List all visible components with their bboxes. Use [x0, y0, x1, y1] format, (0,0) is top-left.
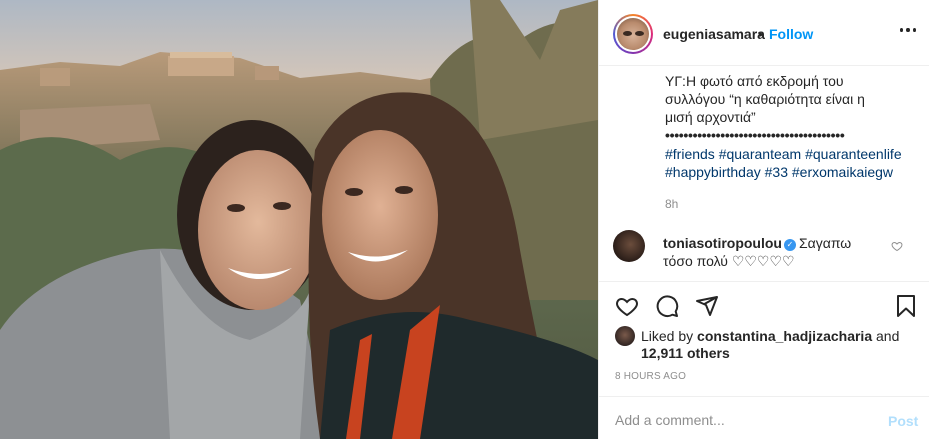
post-caption: ΥΓ:Η φωτό από εκδρομή του συλλόγου “η κα…	[665, 72, 915, 213]
likes-prefix: Liked by	[641, 328, 694, 344]
comment-text: toniasotiropoulou ✓ Σαγαπω τόσο πολύ ♡♡♡♡♡	[663, 234, 883, 270]
likes-text: Liked by constantina_hadjizacharia and	[641, 327, 915, 345]
comment-item: toniasotiropoulou ✓ Σαγαπω τόσο πολύ ♡♡♡♡♡	[613, 230, 918, 270]
follow-button[interactable]: Follow	[769, 26, 813, 42]
commenter-avatar[interactable]	[613, 230, 645, 262]
author-avatar-photo	[617, 18, 649, 50]
comment-body-line1: Σαγαπω	[798, 235, 852, 251]
post-side-panel: eugeniasamara • Follow ΥΓ:Η φωτό από εκδ…	[598, 0, 929, 439]
avatar-eye	[635, 31, 644, 36]
photo-illustration	[0, 0, 598, 439]
caption-line: μισή αρχοντιά”	[665, 109, 756, 125]
author-avatar[interactable]	[613, 14, 653, 54]
header-separator: •	[758, 26, 763, 42]
verified-badge-icon: ✓	[783, 239, 796, 251]
comment-like-heart-icon[interactable]	[891, 240, 903, 252]
hashtags-line[interactable]: #happybirthday #33 #erxomaikaiegw	[665, 163, 915, 181]
caption-hashtags: #friends #quaranteam #quaranteenlife #ha…	[665, 145, 915, 181]
liker-username[interactable]: constantina_hadjizacharia	[697, 328, 872, 344]
instagram-post: eugeniasamara • Follow ΥΓ:Η φωτό από εκδ…	[0, 0, 929, 439]
bookmark-icon[interactable]	[894, 294, 918, 318]
comment-input[interactable]	[615, 409, 865, 431]
add-comment-form: Post	[599, 396, 929, 439]
author-avatar-inner	[615, 16, 651, 52]
liker-avatar[interactable]	[615, 326, 635, 346]
caption-divider: •••••••••••••••••••••••••••••••••••••••	[665, 128, 845, 142]
commenter-username[interactable]: toniasotiropoulou	[663, 235, 782, 251]
hashtags-line[interactable]: #friends #quaranteam #quaranteenlife	[665, 145, 915, 163]
more-horizontal-icon[interactable]	[900, 22, 916, 38]
post-photo[interactable]	[0, 0, 598, 439]
caption-line: συλλόγου “η καθαριότητα είναι η	[665, 91, 865, 107]
caption-time: 8h	[665, 197, 679, 211]
heart-icon[interactable]	[615, 294, 639, 318]
avatar-eye	[623, 31, 632, 36]
post-comment-button[interactable]: Post	[888, 413, 918, 429]
likes-count-link[interactable]: 12,911 others	[641, 344, 730, 362]
post-header: eugeniasamara • Follow	[599, 0, 929, 66]
author-username[interactable]: eugeniasamara	[663, 26, 765, 42]
post-timestamp[interactable]: 8 HOURS AGO	[615, 371, 686, 382]
comment-body-line2: τόσο πολύ ♡♡♡♡♡	[663, 253, 795, 269]
caption-line: ΥΓ:Η φωτό από εκδρομή του	[665, 73, 844, 89]
paper-plane-icon[interactable]	[695, 294, 719, 318]
post-actions-bar	[599, 281, 929, 327]
comment-icon[interactable]	[655, 294, 679, 318]
likes-and: and	[876, 328, 900, 344]
